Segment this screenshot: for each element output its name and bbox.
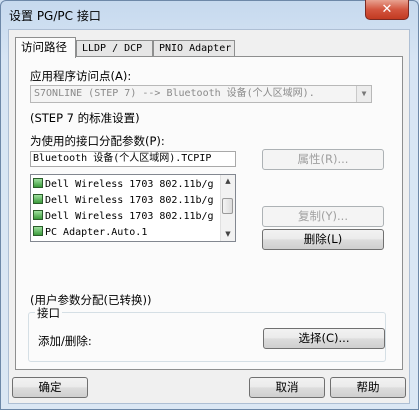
ok-button[interactable]: 确定 — [12, 377, 88, 398]
tab-access-path[interactable]: 访问路径 — [15, 37, 76, 58]
close-button[interactable]: ✕ — [365, 0, 409, 20]
scroll-up-icon[interactable]: ▲ — [221, 175, 235, 188]
network-adapter-icon — [33, 210, 43, 220]
copy-button[interactable]: 复制(Y)... — [262, 206, 384, 227]
dialog-client-area: 访问路径 LLDP / DCP PNIO Adapter 应用程序访问点(A):… — [8, 29, 410, 404]
network-adapter-icon — [33, 226, 43, 236]
interface-param-label: 为使用的接口分配参数(P): — [30, 134, 165, 148]
dialog-window: 设置 PG/PC 接口 ✕ 访问路径 LLDP / DCP PNIO Adapt… — [0, 0, 419, 410]
interfaces-group: 接口 添加/删除: 选择(C)... — [28, 305, 386, 362]
list-item-label: Dell Wireless 1703 802.11b/g — [45, 195, 214, 206]
interface-param-field[interactable]: Bluetooth 设备(个人区域网).TCPIP — [30, 151, 236, 167]
title-bar[interactable]: 设置 PG/PC 接口 ✕ — [1, 0, 418, 29]
tab-pnio-adapter[interactable]: PNIO Adapter — [153, 40, 235, 57]
list-item[interactable]: Dell Wireless 1703 802.11b/g — [33, 177, 214, 193]
vertical-scrollbar[interactable]: ▲ ▼ — [220, 175, 235, 241]
list-item-label: PC Adapter.Auto.1 — [45, 227, 148, 238]
add-remove-label: 添加/删除: — [38, 334, 92, 348]
list-item-label: Dell Wireless 1703 802.11b/g — [45, 179, 214, 190]
chevron-down-icon[interactable]: ▼ — [356, 86, 371, 102]
network-adapter-icon — [33, 194, 43, 204]
cancel-button[interactable]: 取消 — [249, 377, 325, 398]
scroll-down-icon[interactable]: ▼ — [221, 228, 235, 241]
delete-button[interactable]: 删除(L) — [262, 229, 384, 250]
list-item[interactable]: Dell Wireless 1703 802.11b/g — [33, 193, 214, 209]
scroll-thumb[interactable] — [222, 198, 233, 214]
select-button[interactable]: 选择(C)... — [263, 328, 385, 349]
list-item[interactable]: PC Adapter.Auto.1 — [33, 225, 147, 241]
window-title: 设置 PG/PC 接口 — [9, 9, 101, 23]
access-point-select[interactable]: S7ONLINE (STEP 7) --> Bluetooth 设备(个人区域网… — [30, 85, 372, 103]
access-path-panel: 应用程序访问点(A): S7ONLINE (STEP 7) --> Blueto… — [15, 56, 403, 370]
interface-list[interactable]: Dell Wireless 1703 802.11b/g Dell Wirele… — [30, 174, 236, 242]
network-adapter-icon — [33, 178, 43, 188]
list-item-label: Dell Wireless 1703 802.11b/g — [45, 211, 214, 222]
access-point-note: (STEP 7 的标准设置) — [30, 111, 140, 125]
access-point-value: S7ONLINE (STEP 7) --> Bluetooth 设备(个人区域网… — [34, 88, 315, 99]
access-point-label: 应用程序访问点(A): — [30, 69, 132, 83]
help-button[interactable]: 帮助 — [330, 377, 406, 398]
interfaces-group-title: 接口 — [35, 305, 62, 321]
tab-lldp-dcp[interactable]: LLDP / DCP — [76, 40, 153, 57]
properties-button[interactable]: 属性(R)... — [262, 149, 384, 170]
list-item[interactable]: Dell Wireless 1703 802.11b/g — [33, 209, 214, 225]
